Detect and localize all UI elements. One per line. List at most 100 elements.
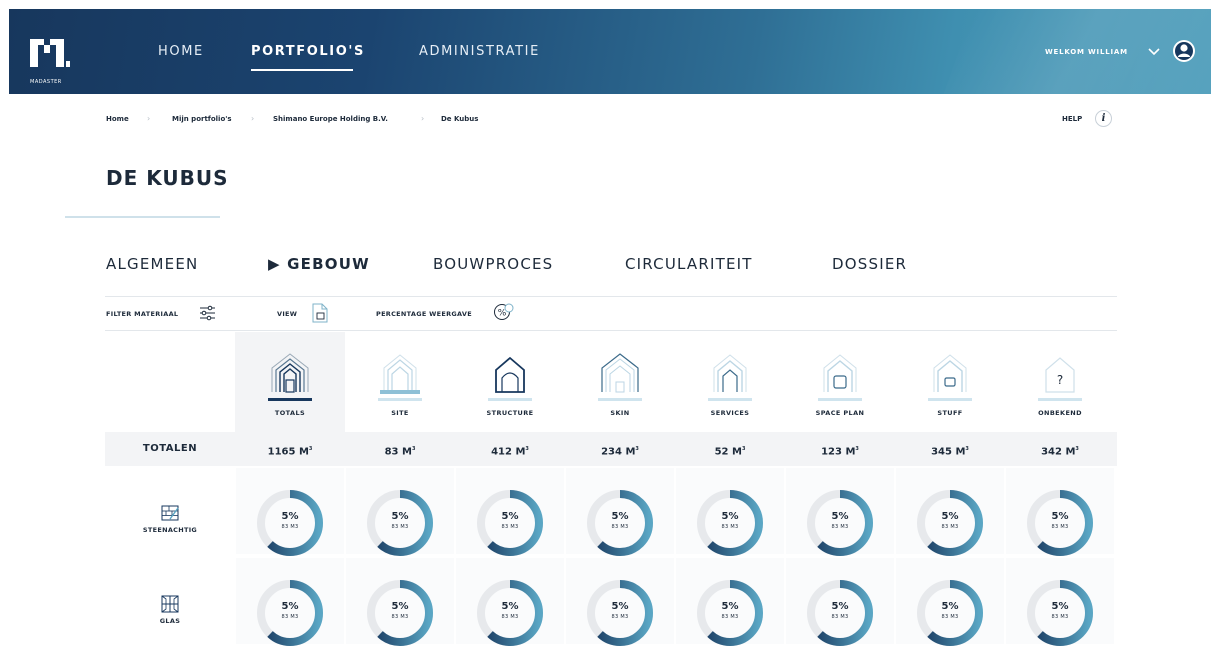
breadcrumb-portfolios[interactable]: Mijn portfolio's — [172, 115, 232, 123]
logo-wordmark: MADASTER — [30, 79, 62, 85]
donut-chart-steenachtig[interactable]: 5% 83 M3 — [915, 488, 985, 558]
row-label-glas[interactable]: GLAS — [105, 594, 235, 625]
divider — [105, 296, 1117, 297]
welcome-user[interactable]: WELKOM WILLIAM — [1045, 48, 1128, 56]
percentage-weergave-label[interactable]: PERCENTAGE WEERGAVE — [376, 310, 472, 318]
donut-volume: 83 M3 — [281, 614, 299, 620]
donut-volume: 83 M3 — [831, 614, 849, 620]
donut-ring — [697, 490, 763, 556]
category-structure[interactable]: STRUCTURE — [455, 340, 565, 432]
house-services-icon — [713, 354, 747, 392]
category-skin[interactable]: SKIN — [565, 340, 675, 432]
total-value-structure: 412 M3 — [491, 446, 529, 458]
madaster-logo[interactable] — [30, 33, 70, 73]
donut-volume: 83 M3 — [721, 524, 739, 530]
donut-chart-steenachtig[interactable]: 5% 83 M3 — [805, 488, 875, 558]
chevron-down-icon[interactable] — [1147, 44, 1161, 58]
donut-volume: 83 M3 — [721, 614, 739, 620]
donut-ring — [477, 490, 543, 556]
donut-percentage: 5% — [941, 511, 959, 522]
document-view-icon[interactable] — [311, 303, 329, 323]
category-label: STUFF — [937, 409, 963, 417]
svg-text:%: % — [498, 309, 507, 319]
donut-percentage: 5% — [391, 601, 409, 612]
donut-chart-glas[interactable]: 5% 83 M3 — [805, 578, 875, 648]
info-icon[interactable]: i — [1095, 110, 1112, 127]
user-avatar-icon[interactable] — [1172, 39, 1196, 63]
help-link[interactable]: HELP — [1062, 115, 1082, 123]
house-unknown-icon: ? — [1045, 357, 1075, 393]
view-label[interactable]: VIEW — [277, 310, 297, 318]
category-label: TOTALS — [274, 409, 306, 417]
donut-volume: 83 M3 — [391, 614, 409, 620]
donut-chart-steenachtig[interactable]: 5% 83 M3 — [695, 488, 765, 558]
house-stuff-icon — [933, 354, 967, 392]
donut-chart-glas[interactable]: 5% 83 M3 — [1025, 578, 1095, 648]
title-divider — [65, 216, 220, 218]
donut-percentage: 5% — [611, 601, 629, 612]
category-totals[interactable]: TOTALS — [235, 340, 345, 432]
donut-volume: 83 M3 — [1051, 524, 1069, 530]
category-underline — [488, 398, 532, 401]
donut-chart-glas[interactable]: 5% 83 M3 — [585, 578, 655, 648]
tab-circulariteit[interactable]: CIRCULARITEIT — [625, 255, 753, 273]
donut-volume: 83 M3 — [831, 524, 849, 530]
sliders-icon[interactable] — [199, 305, 216, 321]
donut-percentage: 5% — [281, 601, 299, 612]
tab-algemeen[interactable]: ALGEMEEN — [106, 255, 198, 273]
donut-volume: 83 M3 — [941, 614, 959, 620]
tab-dossier[interactable]: DOSSIER — [832, 255, 907, 273]
donut-chart-steenachtig[interactable]: 5% 83 M3 — [1025, 488, 1095, 558]
total-value-onbekend: 342 M3 — [1041, 446, 1079, 458]
donut-ring — [477, 580, 543, 646]
donut-ring — [697, 580, 763, 646]
donut-chart-glas[interactable]: 5% 83 M3 — [695, 578, 765, 648]
category-label: SKIN — [610, 409, 630, 417]
nav-home[interactable]: HOME — [158, 44, 204, 59]
row-label-steenachtig[interactable]: STEENACHTIG — [105, 503, 235, 534]
donut-chart-glas[interactable]: 5% 83 M3 — [365, 578, 435, 648]
total-value-stuff: 345 M3 — [931, 446, 969, 458]
donut-chart-steenachtig[interactable]: 5% 83 M3 — [255, 488, 325, 558]
percentage-toggle-icon[interactable]: % — [493, 303, 515, 321]
nav-portfolios[interactable]: PORTFOLIO'S — [251, 44, 365, 59]
house-space-plan-icon — [823, 354, 857, 392]
breadcrumb-current: De Kubus — [441, 115, 479, 123]
category-stuff[interactable]: STUFF — [895, 340, 1005, 432]
donut-chart-glas[interactable]: 5% 83 M3 — [915, 578, 985, 648]
total-value-site: 83 M3 — [384, 446, 416, 458]
donut-chart-steenachtig[interactable]: 5% 83 M3 — [585, 488, 655, 558]
tab-bouwproces[interactable]: BOUWPROCES — [433, 255, 553, 273]
donut-volume: 83 M3 — [281, 524, 299, 530]
window-icon — [161, 595, 179, 613]
category-space-plan[interactable]: SPACE PLAN — [785, 340, 895, 432]
filter-materiaal-label[interactable]: FILTER MATERIAAL — [106, 310, 178, 318]
donut-chart-glas[interactable]: 5% 83 M3 — [475, 578, 545, 648]
donut-percentage: 5% — [941, 601, 959, 612]
nav-administratie[interactable]: ADMINISTRATIE — [419, 44, 540, 59]
breadcrumb-holding[interactable]: Shimano Europe Holding B.V. — [273, 115, 388, 123]
tab-gebouw[interactable]: ▶ GEBOUW — [268, 255, 370, 273]
top-navigation-bar: MADASTER HOME PORTFOLIO'S ADMINISTRATIE … — [9, 9, 1211, 94]
donut-ring — [807, 580, 873, 646]
category-site[interactable]: SITE — [345, 340, 455, 432]
category-services[interactable]: SERVICES — [675, 340, 785, 432]
donut-chart-steenachtig[interactable]: 5% 83 M3 — [365, 488, 435, 558]
breadcrumb-separator: › — [251, 114, 255, 123]
category-label: ONBEKEND — [1038, 409, 1082, 417]
category-label: SITE — [391, 409, 409, 417]
breadcrumb-home[interactable]: Home — [106, 115, 129, 123]
category-underline — [928, 398, 972, 401]
donut-percentage: 5% — [721, 601, 739, 612]
donut-chart-steenachtig[interactable]: 5% 83 M3 — [475, 488, 545, 558]
donut-ring — [917, 580, 983, 646]
totals-row-label: TOTALEN — [142, 443, 198, 454]
donut-volume: 83 M3 — [611, 614, 629, 620]
donut-chart-glas[interactable]: 5% 83 M3 — [255, 578, 325, 648]
total-value-space-plan: 123 M3 — [821, 446, 859, 458]
donut-percentage: 5% — [831, 511, 849, 522]
category-label: SERVICES — [710, 409, 750, 417]
divider — [105, 330, 1117, 331]
house-site-icon — [380, 354, 420, 394]
category-onbekend[interactable]: ? ONBEKEND — [1005, 340, 1115, 432]
